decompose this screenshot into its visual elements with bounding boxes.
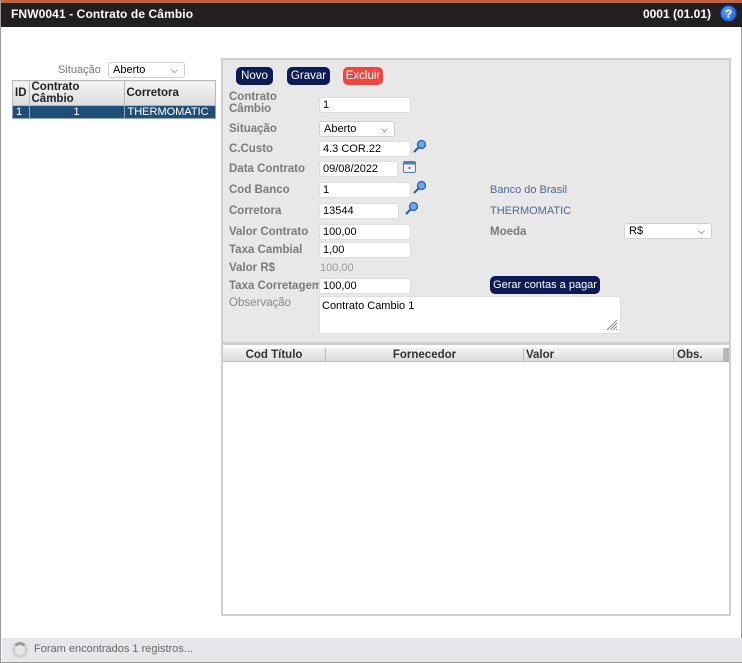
contrato-cambio-label: Contrato Câmbio (229, 91, 277, 115)
taxa-cambial-label: Taxa Cambial (229, 244, 303, 256)
gerar-contas-button[interactable]: Gerar contas a pagar (490, 276, 600, 294)
calendar-icon[interactable] (403, 160, 416, 173)
detail-panel: Novo Gravar Excluir Contrato Câmbio 1 Si… (221, 58, 731, 616)
gravar-button[interactable]: Gravar (287, 67, 330, 85)
contrato-cambio-label-line2: Câmbio (229, 103, 272, 115)
valor-contrato-label: Valor Contrato (229, 226, 309, 238)
data-contrato-input[interactable]: 09/08/2022 (319, 161, 398, 177)
list-row[interactable]: 1 1 THERMOMATIC (12, 105, 216, 119)
corretora-input[interactable]: 13544 (319, 203, 399, 219)
column-header-contrato[interactable]: Contrato Câmbio (28, 80, 125, 106)
taxa-corretagem-input[interactable]: 100,00 (319, 278, 411, 294)
taxa-corretagem-label: Taxa Corretagem (229, 280, 323, 292)
situacao-value: Aberto (324, 123, 357, 135)
cod-banco-label: Cod Banco (229, 184, 290, 196)
cell-corretora[interactable]: THERMOMATIC (123, 105, 216, 119)
search-icon[interactable] (405, 201, 419, 215)
observacao-textarea[interactable]: Contrato Cambio 1 (319, 296, 621, 334)
excluir-button[interactable]: Excluir (343, 67, 383, 85)
column-header-obs[interactable]: Obs. (674, 348, 724, 362)
cod-banco-input[interactable]: 1 (319, 182, 411, 198)
ccusto-input[interactable]: 4.3 COR.22 (319, 141, 411, 157)
moeda-label: Moeda (490, 226, 527, 238)
observacao-value: Contrato Cambio 1 (322, 300, 415, 312)
taxa-cambial-input[interactable]: 1,00 (319, 242, 411, 258)
chevron-down-icon: ⌵ (171, 65, 178, 75)
resize-grip-icon[interactable] (604, 317, 618, 331)
window-title: FNW0041 - Contrato de Câmbio (11, 7, 194, 21)
grid-header: Cod Título Fornecedor Valor Obs. (223, 348, 729, 362)
corretora-label: Corretora (229, 205, 282, 217)
search-icon[interactable] (413, 180, 427, 194)
grid-scrollbar[interactable] (724, 348, 729, 362)
valor-rs-label: Valor R$ (229, 262, 276, 274)
version-label: 0001 (01.01) (642, 7, 711, 21)
moeda-select[interactable]: R$ ⌵ (624, 223, 712, 239)
corretora-name: THERMOMATIC (490, 205, 572, 217)
filter-situacao-value: Aberto (113, 64, 146, 76)
data-contrato-label: Data Contrato (229, 163, 306, 175)
observacao-label: Observação (229, 297, 292, 309)
search-icon[interactable] (413, 139, 427, 153)
contracts-list: ID Contrato Câmbio Corretora 1 1 THERMOM… (12, 80, 216, 119)
column-header-cod-titulo[interactable]: Cod Título (223, 348, 326, 362)
cell-id[interactable]: 1 (12, 105, 30, 119)
ccusto-label: C.Custo (229, 143, 274, 155)
chevron-down-icon: ⌵ (698, 226, 705, 236)
cell-contrato[interactable]: 1 (28, 105, 125, 119)
moeda-value: R$ (629, 225, 644, 237)
situacao-select[interactable]: Aberto ⌵ (319, 121, 395, 137)
valor-contrato-input[interactable]: 100,00 (319, 224, 411, 240)
column-header-id[interactable]: ID (12, 80, 30, 106)
contrato-cambio-label-line1: Contrato (229, 91, 277, 103)
banco-name: Banco do Brasil (490, 184, 568, 196)
status-bar: Foram encontrados 1 registros... (2, 638, 742, 662)
situacao-label: Situação (229, 123, 277, 135)
contrato-cambio-input[interactable]: 1 (319, 97, 411, 113)
chevron-down-icon: ⌵ (381, 124, 388, 134)
help-icon[interactable]: ? (720, 5, 737, 22)
column-header-fornecedor[interactable]: Fornecedor (326, 348, 524, 362)
column-header-corretora[interactable]: Corretora (123, 80, 216, 106)
app-window: FNW0041 - Contrato de Câmbio 0001 (01.01… (0, 0, 742, 663)
status-text: Foram encontrados 1 registros... (34, 643, 193, 655)
column-header-valor[interactable]: Valor (524, 348, 674, 362)
valor-rs-value: 100,00 (320, 262, 354, 274)
loading-spinner-icon (12, 642, 28, 658)
filter-situacao-label: Situação (58, 64, 101, 76)
novo-button[interactable]: Novo (236, 67, 273, 85)
filter-situacao-select[interactable]: Aberto ⌵ (108, 62, 185, 78)
titulos-grid: Cod Título Fornecedor Valor Obs. (223, 342, 729, 614)
title-bar: FNW0041 - Contrato de Câmbio 0001 (01.01… (1, 0, 742, 27)
